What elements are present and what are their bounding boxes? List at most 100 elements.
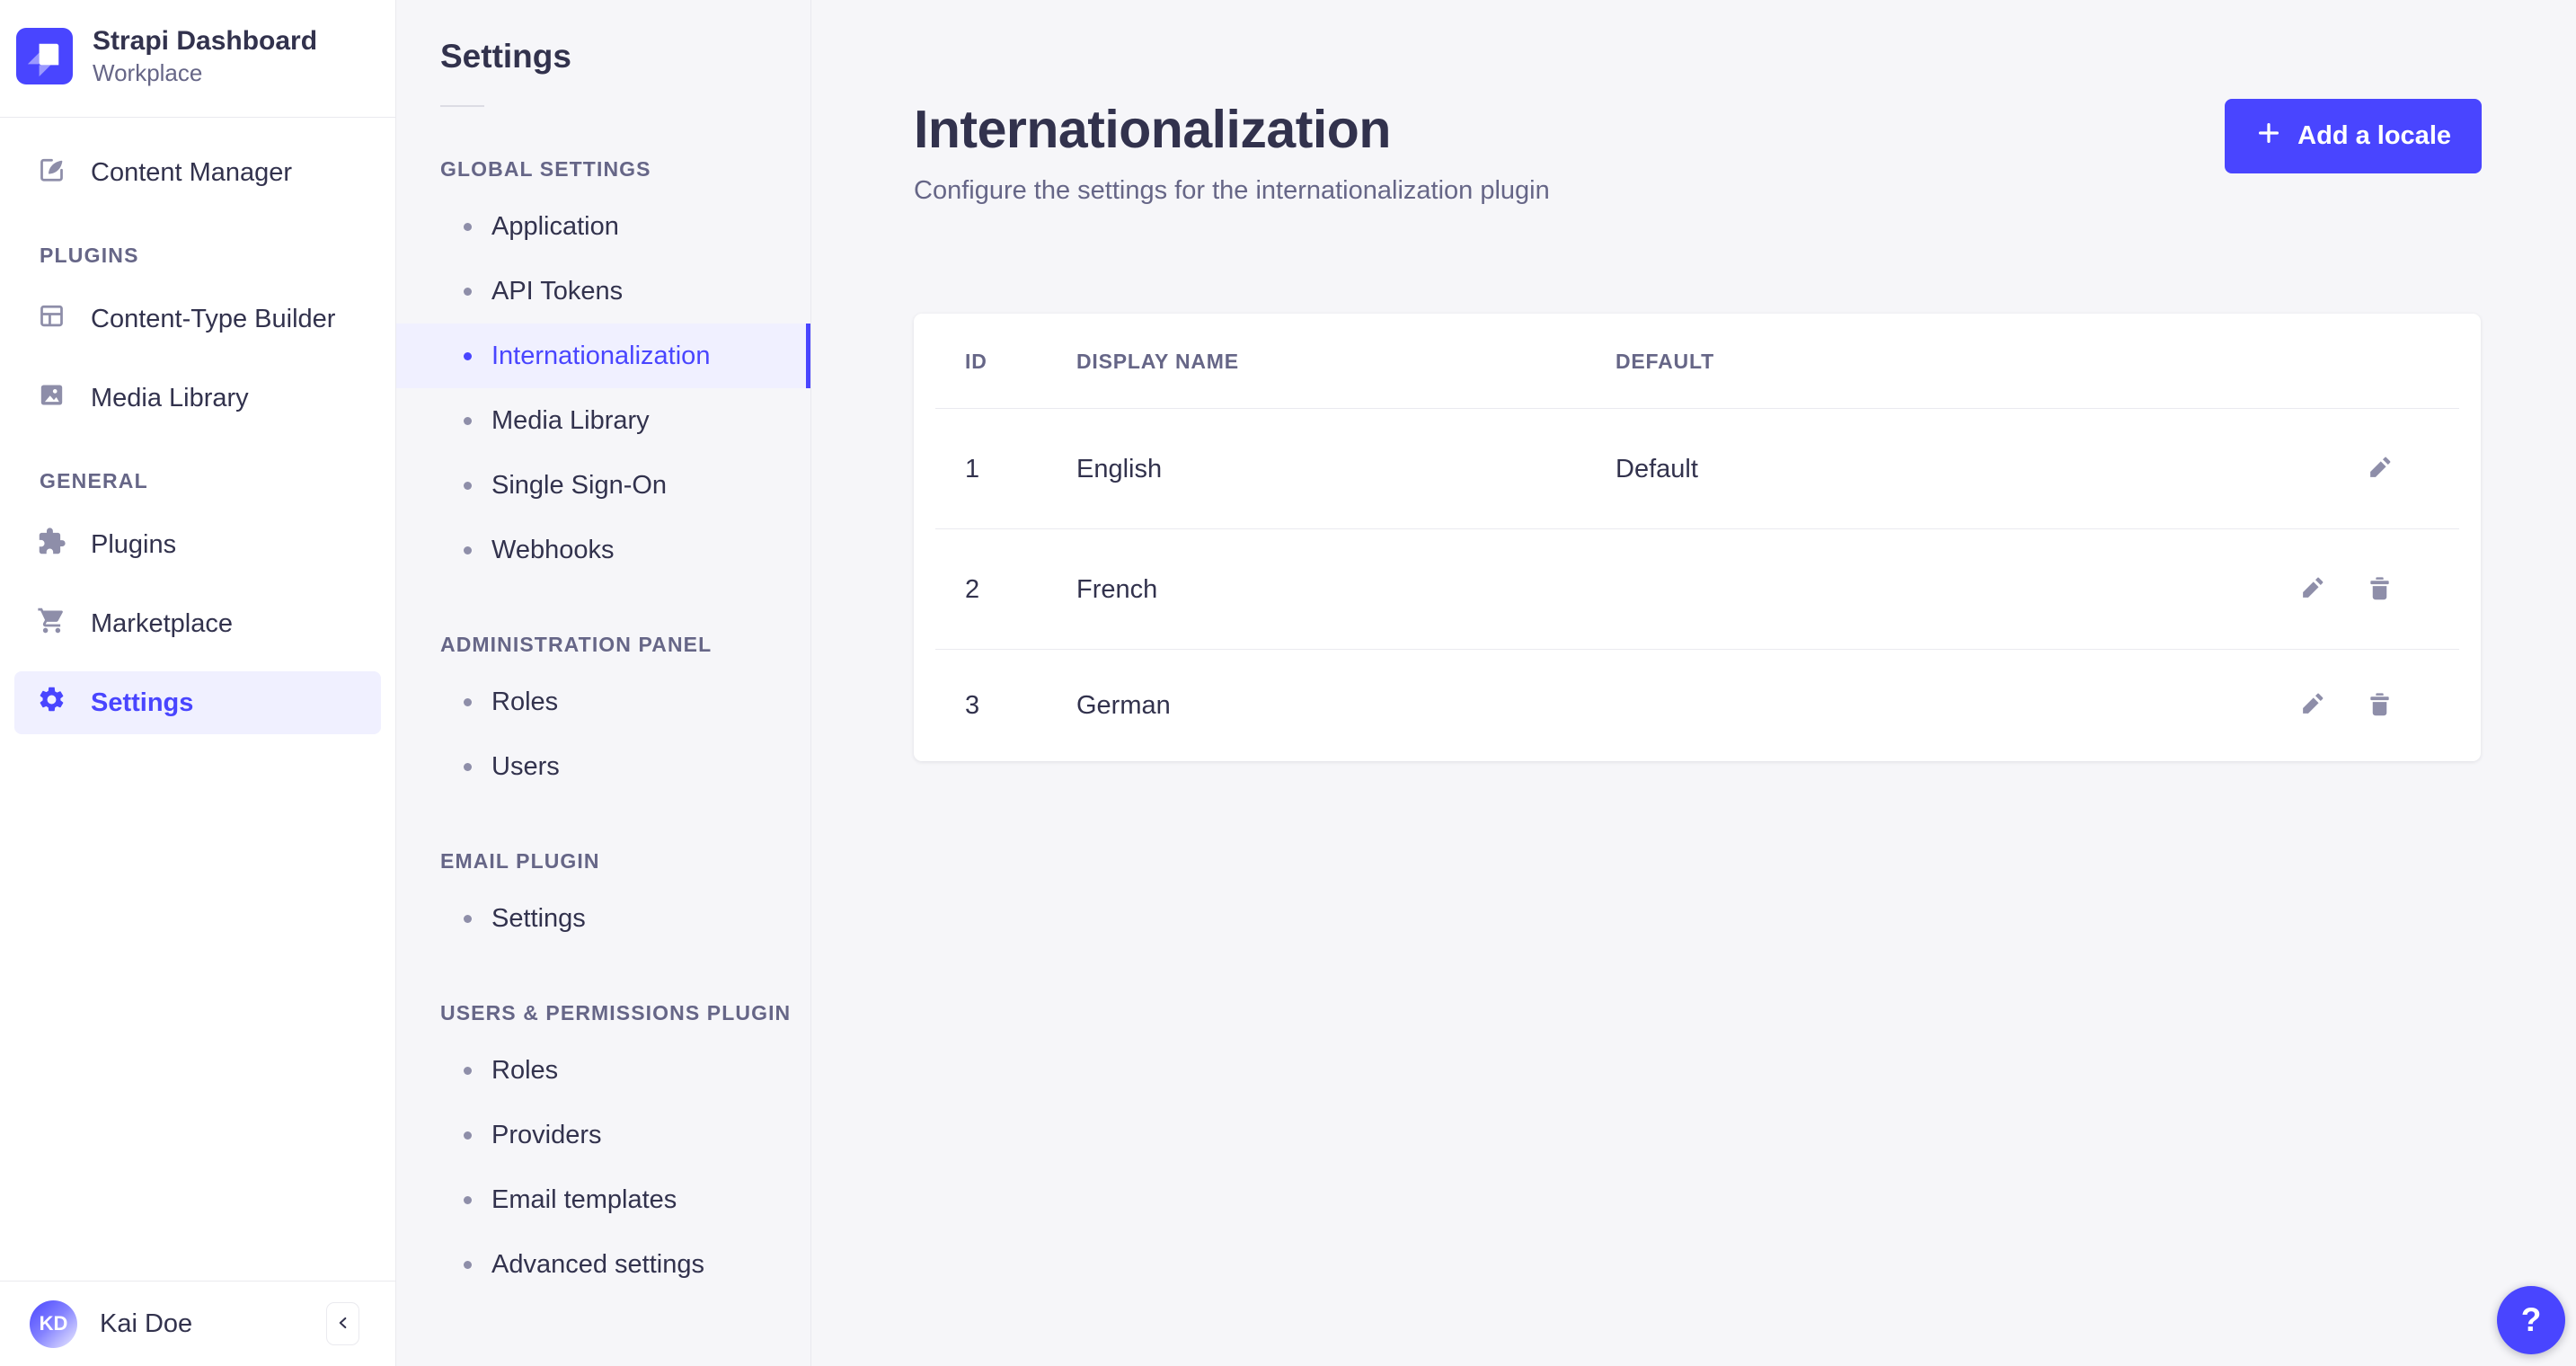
trash-icon xyxy=(2366,690,2394,721)
subnav-item-label: Single Sign-On xyxy=(491,470,668,500)
delete-locale-button[interactable] xyxy=(2366,576,2394,604)
pencil-icon xyxy=(2298,574,2326,605)
row-actions xyxy=(2366,456,2394,483)
sidebar-item-marketplace[interactable]: Marketplace xyxy=(14,592,381,655)
bullet-icon xyxy=(464,1260,472,1269)
subnav-item-label: Advanced settings xyxy=(491,1249,704,1279)
subnav-item-label: Webhooks xyxy=(491,535,615,564)
subnav-section-users-permissions-plugin: USERS & PERMISSIONS PLUGIN xyxy=(440,1001,792,1024)
row-actions xyxy=(2298,576,2394,604)
locales-table: ID DISPLAY NAME DEFAULT 1 English Defaul… xyxy=(914,314,2481,761)
add-locale-button[interactable]: Add a locale xyxy=(2225,99,2482,173)
content-type-builder-icon xyxy=(37,301,66,338)
subnav-item-admin-users[interactable]: Users xyxy=(396,734,810,799)
subnav-item-label: Roles xyxy=(491,687,559,716)
bullet-icon xyxy=(464,762,472,771)
subnav-section-global-settings: GLOBAL SETTINGS xyxy=(440,157,651,181)
cell-id: 2 xyxy=(965,574,980,604)
page-title: Internationalization xyxy=(914,100,1391,159)
sidebar-nav: Content Manager PLUGINS Content-Type Bui… xyxy=(0,118,395,1281)
subnav-item-email-settings[interactable]: Settings xyxy=(396,886,810,951)
subnav-divider xyxy=(440,105,484,107)
sidebar-item-content-manager[interactable]: Content Manager xyxy=(14,141,381,204)
subnav-item-internationalization[interactable]: Internationalization xyxy=(396,324,810,388)
subnav-item-single-sign-on[interactable]: Single Sign-On xyxy=(396,453,810,518)
sidebar-item-settings[interactable]: Settings xyxy=(14,671,381,734)
subnav-item-up-roles[interactable]: Roles xyxy=(396,1038,810,1103)
edit-locale-button[interactable] xyxy=(2366,456,2394,483)
collapse-sidebar-button[interactable] xyxy=(326,1302,359,1345)
subnav-item-label: API Tokens xyxy=(491,276,624,306)
subnav-item-api-tokens[interactable]: API Tokens xyxy=(396,259,810,324)
bullet-icon xyxy=(464,481,472,490)
cell-display-name: English xyxy=(1076,454,1163,483)
edit-locale-button[interactable] xyxy=(2298,576,2326,604)
bullet-icon xyxy=(464,222,472,231)
subnav-item-label: Roles xyxy=(491,1055,559,1085)
subnav-section-administration-panel: ADMINISTRATION PANEL xyxy=(440,633,713,656)
sidebar-item-plugins[interactable]: Plugins xyxy=(14,513,381,576)
subnav-item-application[interactable]: Application xyxy=(396,194,810,259)
sidebar-item-label: Marketplace xyxy=(91,608,233,638)
add-locale-label: Add a locale xyxy=(2297,121,2451,150)
avatar-initials: KD xyxy=(39,1312,68,1335)
bullet-icon xyxy=(464,914,472,923)
cell-display-name: French xyxy=(1076,574,1158,604)
sidebar-item-label: Content Manager xyxy=(91,157,293,187)
subnav-item-label: Media Library xyxy=(491,405,650,435)
subnav-item-email-templates[interactable]: Email templates xyxy=(396,1167,810,1232)
column-header-default: DEFAULT xyxy=(1616,349,1714,373)
column-header-display-name: DISPLAY NAME xyxy=(1076,349,1239,373)
pencil-icon xyxy=(2366,454,2394,484)
sidebar-item-content-type-builder[interactable]: Content-Type Builder xyxy=(14,288,381,350)
subnav-title: Settings xyxy=(440,38,571,75)
bullet-icon xyxy=(464,1066,472,1075)
user-avatar[interactable]: KD xyxy=(30,1299,77,1348)
subnav-item-label: Providers xyxy=(491,1120,602,1149)
sidebar-section-general: GENERAL xyxy=(40,469,148,492)
gear-icon xyxy=(37,685,66,722)
bullet-icon xyxy=(464,1131,472,1140)
brand-name: Strapi Dashboard xyxy=(93,26,318,56)
workplace-switcher[interactable]: Strapi Dashboard Workplace xyxy=(0,0,395,118)
edit-locale-button[interactable] xyxy=(2298,692,2326,720)
strapi-logo-icon xyxy=(16,28,73,84)
help-button[interactable]: ? xyxy=(2497,1286,2565,1354)
subnav-item-label: Users xyxy=(491,751,560,781)
pencil-icon xyxy=(2298,690,2326,721)
bullet-icon xyxy=(464,351,472,360)
subnav-section-email-plugin: EMAIL PLUGIN xyxy=(440,849,600,873)
table-header-row: ID DISPLAY NAME DEFAULT xyxy=(914,314,2481,409)
bullet-icon xyxy=(464,416,472,425)
subnav-item-providers[interactable]: Providers xyxy=(396,1103,810,1167)
sidebar-item-label: Plugins xyxy=(91,529,177,559)
subnav-item-webhooks[interactable]: Webhooks xyxy=(396,518,810,582)
media-library-icon xyxy=(37,380,66,417)
content-manager-icon xyxy=(37,155,66,191)
bullet-icon xyxy=(464,546,472,554)
settings-subnav: Settings GLOBAL SETTINGS Application API… xyxy=(396,0,811,1366)
user-name: Kai Doe xyxy=(100,1308,193,1338)
subnav-item-advanced-settings[interactable]: Advanced settings xyxy=(396,1232,810,1297)
row-actions xyxy=(2298,692,2394,720)
sidebar-item-media-library[interactable]: Media Library xyxy=(14,367,381,430)
cell-id: 3 xyxy=(965,690,980,720)
subnav-item-media-library[interactable]: Media Library xyxy=(396,388,810,453)
main-content: Internationalization Configure the setti… xyxy=(811,0,2576,1366)
delete-locale-button[interactable] xyxy=(2366,692,2394,720)
brand-text: Strapi Dashboard Workplace xyxy=(93,25,317,87)
sidebar-item-label: Settings xyxy=(91,687,194,717)
page-header: Internationalization Configure the setti… xyxy=(914,99,2482,206)
subnav-item-admin-roles[interactable]: Roles xyxy=(396,670,810,734)
bullet-icon xyxy=(464,1195,472,1204)
table-row: 2 French xyxy=(914,529,2481,650)
cell-id: 1 xyxy=(965,454,980,483)
sidebar-footer: KD Kai Doe xyxy=(0,1281,395,1366)
chevron-left-icon xyxy=(333,1313,353,1335)
cell-display-name: German xyxy=(1076,690,1171,720)
page-subtitle: Configure the settings for the internati… xyxy=(914,176,1550,205)
subnav-item-label: Settings xyxy=(491,903,586,933)
bullet-icon xyxy=(464,287,472,296)
brand-workplace: Workplace xyxy=(93,59,203,86)
sidebar-section-plugins: PLUGINS xyxy=(40,244,139,267)
